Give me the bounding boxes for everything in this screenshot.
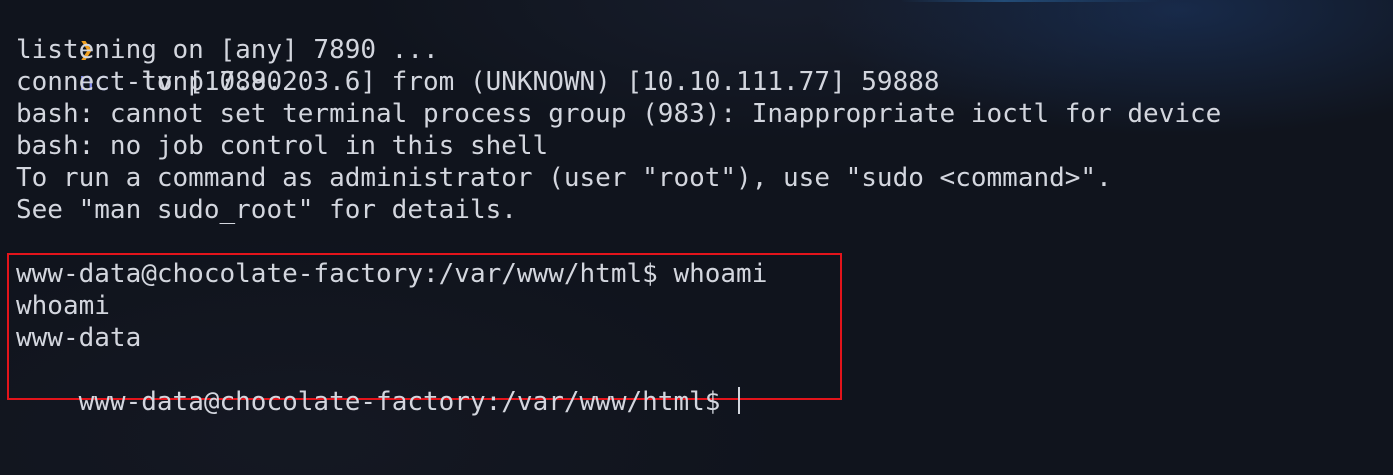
output-line: See "man sudo_root" for details. — [16, 195, 517, 225]
command-line: ❯ nc -lvnp 7890 — [16, 2, 283, 97]
terminal-window[interactable]: ❯ nc -lvnp 7890 listening on [any] 7890 … — [0, 0, 1393, 475]
output-line: bash: no job control in this shell — [16, 131, 549, 161]
session-line: whoami — [16, 291, 110, 321]
output-line: To run a command as administrator (user … — [16, 163, 1112, 193]
output-line: connect to [10.8.203.6] from (UNKNOWN) [… — [16, 67, 940, 97]
session-line: www-data — [16, 323, 142, 353]
text-cursor — [738, 387, 741, 414]
output-line: bash: cannot set terminal process group … — [16, 99, 1222, 129]
session-line: www-data@chocolate-factory:/var/www/html… — [16, 259, 768, 289]
active-prompt-line[interactable]: www-data@chocolate-factory:/var/www/html… — [16, 354, 741, 417]
output-line: listening on [any] 7890 ... — [16, 35, 439, 65]
active-prompt: www-data@chocolate-factory:/var/www/html… — [78, 387, 737, 417]
background-glow — [900, 0, 1160, 2]
